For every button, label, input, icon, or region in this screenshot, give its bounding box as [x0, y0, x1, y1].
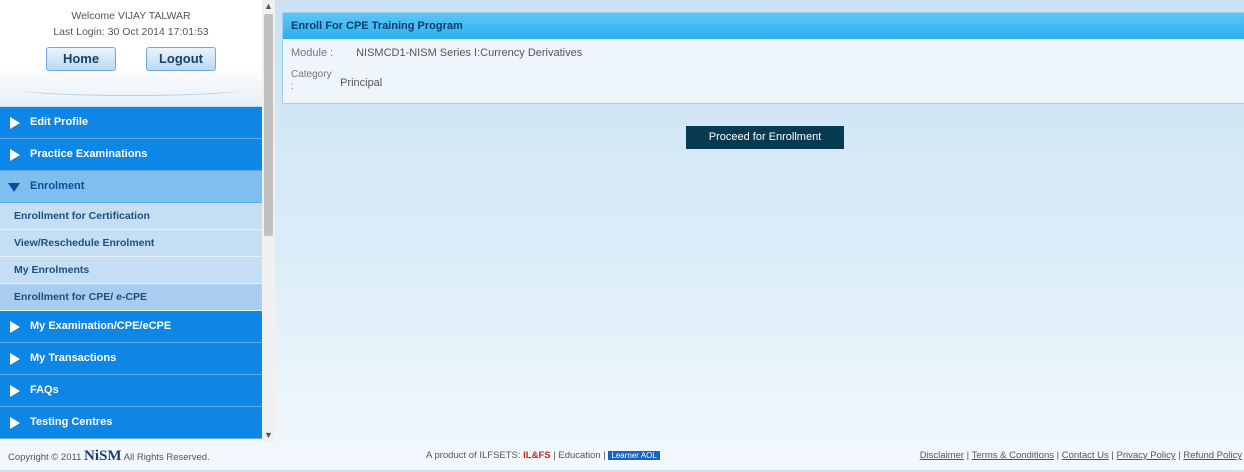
category-row: Category : Principal — [291, 69, 382, 93]
decorative-swoosh — [20, 83, 242, 96]
product-prefix: A product of ILFSETS: — [426, 450, 521, 461]
scroll-up-arrow-icon[interactable]: ▲ — [262, 0, 275, 13]
sidebar-item-my-examination[interactable]: My Examination/CPE/eCPE — [0, 311, 262, 343]
sidebar-item-my-transactions[interactable]: My Transactions — [0, 343, 262, 375]
collapse-arrow-icon — [8, 183, 20, 192]
sidebar-item-edit-profile[interactable]: Edit Profile — [0, 107, 262, 139]
category-value: Principal — [340, 77, 383, 89]
refund-link[interactable]: Refund Policy — [1183, 450, 1242, 461]
expand-arrow-icon — [10, 417, 20, 429]
expand-arrow-icon — [10, 117, 20, 129]
disclaimer-link[interactable]: Disclaimer — [920, 450, 964, 461]
sidebar-item-enrolment[interactable]: Enrolment — [0, 171, 262, 203]
sidebar-item-faqs[interactable]: FAQs — [0, 375, 262, 407]
ilfs-logo: IL&FS — [523, 450, 551, 461]
footer: Copyright © 2011 NiSM All Rights Reserve… — [0, 442, 1244, 470]
terms-link[interactable]: Terms & Conditions — [972, 450, 1054, 461]
sidebar: Welcome VIJAY TALWAR Last Login: 30 Oct … — [0, 0, 262, 442]
module-row: Module : NISMCD1-NISM Series I:Currency … — [291, 47, 582, 59]
sidebar-item-practice-examinations[interactable]: Practice Examinations — [0, 139, 262, 171]
copyright-prefix: Copyright © 2011 — [8, 452, 82, 463]
welcome-text: Welcome VIJAY TALWAR — [71, 10, 191, 22]
nism-logo: NiSM — [84, 448, 122, 464]
footer-links: Disclaimer | Terms & Conditions | Contac… — [919, 450, 1242, 461]
education-logo: Education — [558, 450, 601, 461]
sidebar-item-label: Testing Centres — [30, 416, 113, 428]
scrollbar-thumb[interactable] — [264, 14, 273, 236]
product-credit: A product of ILFSETS: IL&FS | Education … — [426, 442, 660, 470]
copyright-suffix: All Rights Reserved. — [123, 452, 210, 463]
subitem-view-reschedule-enrolment[interactable]: View/Reschedule Enrolment — [0, 230, 262, 257]
sidebar-item-label: Enrolment — [30, 180, 85, 192]
sidebar-item-label: Practice Examinations — [30, 148, 148, 160]
module-value: NISMCD1-NISM Series I:Currency Derivativ… — [356, 47, 583, 59]
category-label: Category : — [291, 69, 332, 92]
subitem-enrollment-certification[interactable]: Enrollment for Certification — [0, 203, 262, 230]
expand-arrow-icon — [10, 149, 20, 161]
user-panel: Welcome VIJAY TALWAR Last Login: 30 Oct … — [0, 0, 262, 107]
scroll-down-arrow-icon[interactable]: ▼ — [262, 429, 275, 442]
expand-arrow-icon — [10, 353, 20, 365]
sidebar-item-label: My Transactions — [30, 352, 117, 364]
sidebar-item-label: Edit Profile — [30, 116, 89, 128]
learner-logo: Learner AOL — [608, 451, 660, 460]
sidebar-item-testing-centres[interactable]: Testing Centres — [0, 407, 262, 439]
proceed-enrollment-button[interactable]: Proceed for Enrollment — [686, 126, 844, 149]
privacy-link[interactable]: Privacy Policy — [1117, 450, 1176, 461]
last-login-text: Last Login: 30 Oct 2014 17:01:53 — [53, 26, 209, 38]
sidebar-item-label: My Examination/CPE/eCPE — [30, 320, 172, 332]
expand-arrow-icon — [10, 321, 20, 333]
expand-arrow-icon — [10, 385, 20, 397]
module-label: Module : — [291, 47, 334, 59]
contact-link[interactable]: Contact Us — [1062, 450, 1109, 461]
subitem-my-enrolments[interactable]: My Enrolments — [0, 257, 262, 284]
sidebar-item-label: FAQs — [30, 384, 59, 396]
copyright: Copyright © 2011 NiSM All Rights Reserve… — [8, 442, 210, 472]
sidebar-scrollbar[interactable]: ▲ ▼ — [262, 0, 275, 442]
panel-title: Enroll For CPE Training Program — [283, 13, 1244, 39]
enroll-panel: Enroll For CPE Training Program Module :… — [282, 12, 1244, 104]
logout-button[interactable]: Logout — [146, 47, 216, 71]
subitem-enrollment-cpe[interactable]: Enrollment for CPE/ e-CPE — [0, 284, 262, 311]
home-button[interactable]: Home — [46, 47, 116, 71]
